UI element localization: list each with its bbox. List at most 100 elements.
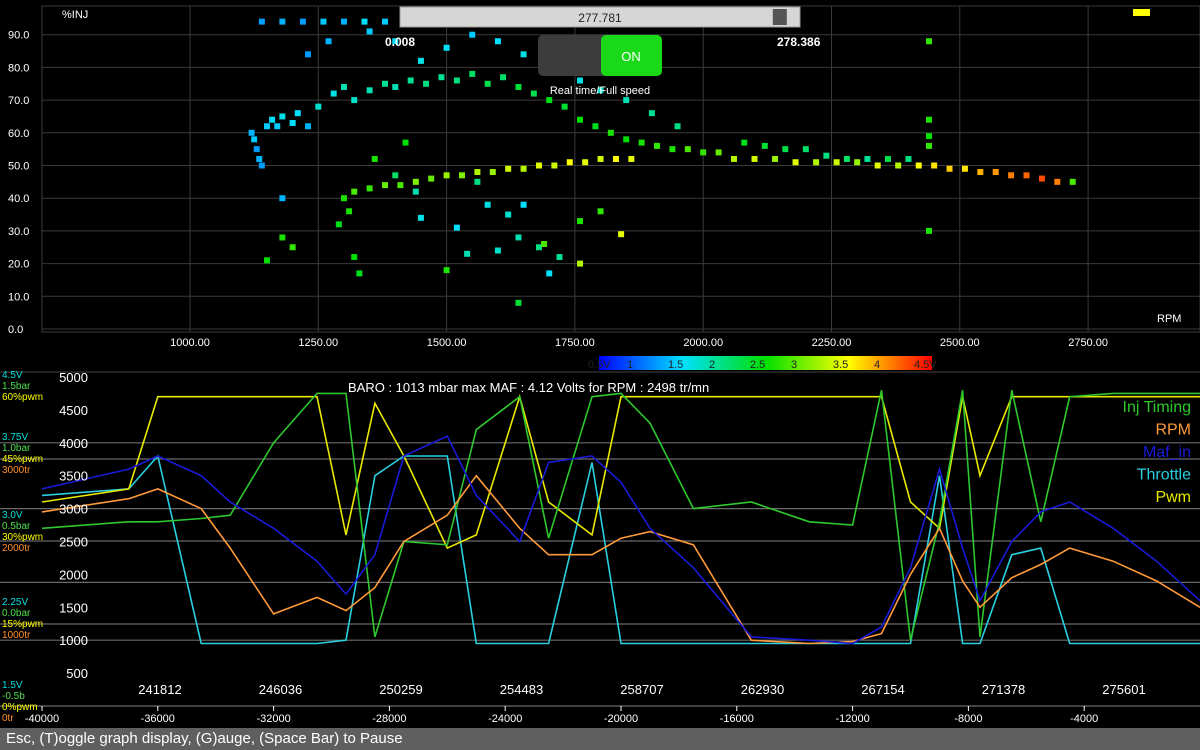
time-tick: -32000 — [256, 713, 290, 725]
colorbar-label: 3 — [791, 359, 797, 371]
scatter-point — [256, 155, 263, 162]
bottom-ytick: 1000 — [59, 633, 88, 648]
scatter-point — [946, 165, 953, 172]
bottom-ytick: 500 — [66, 666, 88, 681]
left-scale-label: 4.5V — [2, 370, 23, 381]
scatter-point — [905, 155, 912, 162]
left-scale-label: 1000tr — [2, 630, 31, 641]
bottom-ytick: 2500 — [59, 535, 88, 550]
scatter-point — [489, 169, 496, 176]
toggle-on-label: ON — [621, 49, 641, 64]
scatter-point — [274, 123, 281, 130]
scatter-point — [423, 80, 430, 87]
scatter-point — [1023, 172, 1030, 179]
colorbar-label: 2 — [709, 359, 715, 371]
slider-min-label: 0.008 — [385, 35, 415, 49]
scatter-point — [515, 234, 522, 241]
scatter-point — [305, 123, 312, 130]
scatter-point — [253, 146, 260, 153]
slider-thumb[interactable] — [772, 9, 787, 25]
scatter-point — [1054, 178, 1061, 185]
scatter-point — [1038, 175, 1045, 182]
top-xtick: 1000.00 — [170, 337, 210, 349]
scatter-point — [926, 133, 933, 140]
time-series-plot: 500100015002000250030003500400045005000 … — [0, 370, 1200, 725]
scatter-point — [597, 208, 604, 215]
scatter-point — [356, 270, 363, 277]
scatter-point — [761, 142, 768, 149]
top-ytick: 40.0 — [8, 193, 29, 205]
scatter-point — [469, 31, 476, 38]
scatter-point — [382, 80, 389, 87]
sample-tick: 275601 — [1102, 682, 1145, 697]
top-ytick: 10.0 — [8, 291, 29, 303]
scatter-point — [684, 146, 691, 153]
scatter-point — [577, 116, 584, 123]
left-scale-label: 15%pwm — [2, 619, 43, 630]
slider-value: 277.781 — [578, 11, 622, 25]
top-ytick: 0.0 — [8, 324, 23, 336]
top-ytick: 90.0 — [8, 30, 29, 42]
series-line-rpm — [41, 474, 1200, 645]
colorbar: 0.5V 1 1.5 2 2.5 3 3.5 4 4.5V — [588, 356, 937, 371]
scatter-point — [505, 211, 512, 218]
scatter-point — [813, 159, 820, 166]
baro-info: BARO : 1013 mbar max MAF : 4.12 Volts fo… — [348, 380, 709, 395]
top-xtick: 2250.00 — [812, 337, 852, 349]
scatter-point — [361, 18, 368, 25]
scatter-point — [833, 159, 840, 166]
scatter-point — [464, 250, 471, 257]
scatter-point — [494, 38, 501, 45]
scatter-point — [741, 139, 748, 146]
scatter-point — [669, 146, 676, 153]
scatter-point — [577, 260, 584, 267]
scatter-point — [340, 18, 347, 25]
bottom-ytick: 3500 — [59, 469, 88, 484]
scatter-point — [895, 162, 902, 169]
scatter-point — [1069, 178, 1076, 185]
top-xtick: 1500.00 — [427, 337, 467, 349]
realtime-toggle[interactable]: ON Real time/Full speed — [538, 35, 662, 97]
scatter-point — [751, 155, 758, 162]
scatter-point — [366, 185, 373, 192]
legend-entry: Inj Timing — [1123, 399, 1191, 416]
scatter-point — [320, 18, 327, 25]
scatter-point — [577, 77, 584, 84]
scatter-point — [515, 299, 522, 306]
left-scale-label: 1.5bar — [2, 381, 31, 392]
scatter-point — [607, 129, 614, 136]
scatter-point — [730, 155, 737, 162]
scatter-point — [546, 97, 553, 104]
scatter-point — [417, 57, 424, 64]
bottom-ytick: 4500 — [59, 403, 88, 418]
colorbar-label: 1 — [627, 359, 633, 371]
scatter-point — [961, 165, 968, 172]
scatter-point — [802, 146, 809, 153]
time-tick: -20000 — [604, 713, 638, 725]
scatter-point — [520, 201, 527, 208]
scatter-point — [279, 195, 286, 202]
scatter-point — [371, 155, 378, 162]
scatter-point — [612, 155, 619, 162]
scatter-point — [597, 155, 604, 162]
scatter-point — [674, 123, 681, 130]
scatter-point — [515, 84, 522, 91]
chart-area: 0.010.020.030.040.050.060.070.080.090.0 … — [0, 5, 1200, 725]
time-tick: -40000 — [25, 713, 59, 725]
scatter-point — [556, 254, 563, 261]
left-scale-label: 3.75V — [2, 432, 28, 443]
top-ytick: 20.0 — [8, 259, 29, 271]
scatter-point — [346, 208, 353, 215]
scatter-point — [638, 139, 645, 146]
scatter-point — [330, 90, 337, 97]
left-scale-label: -0.5b — [2, 691, 25, 702]
scatter-point — [474, 169, 481, 176]
indicator-swatch — [1133, 9, 1150, 16]
scatter-point — [582, 159, 589, 166]
scatter-point — [335, 221, 342, 228]
top-xlabel: RPM — [1157, 313, 1181, 325]
scatter-point — [546, 270, 553, 277]
legend-entry: Maf_in — [1143, 444, 1191, 461]
scatter-point — [366, 28, 373, 35]
top-xtick: 1750.00 — [555, 337, 595, 349]
